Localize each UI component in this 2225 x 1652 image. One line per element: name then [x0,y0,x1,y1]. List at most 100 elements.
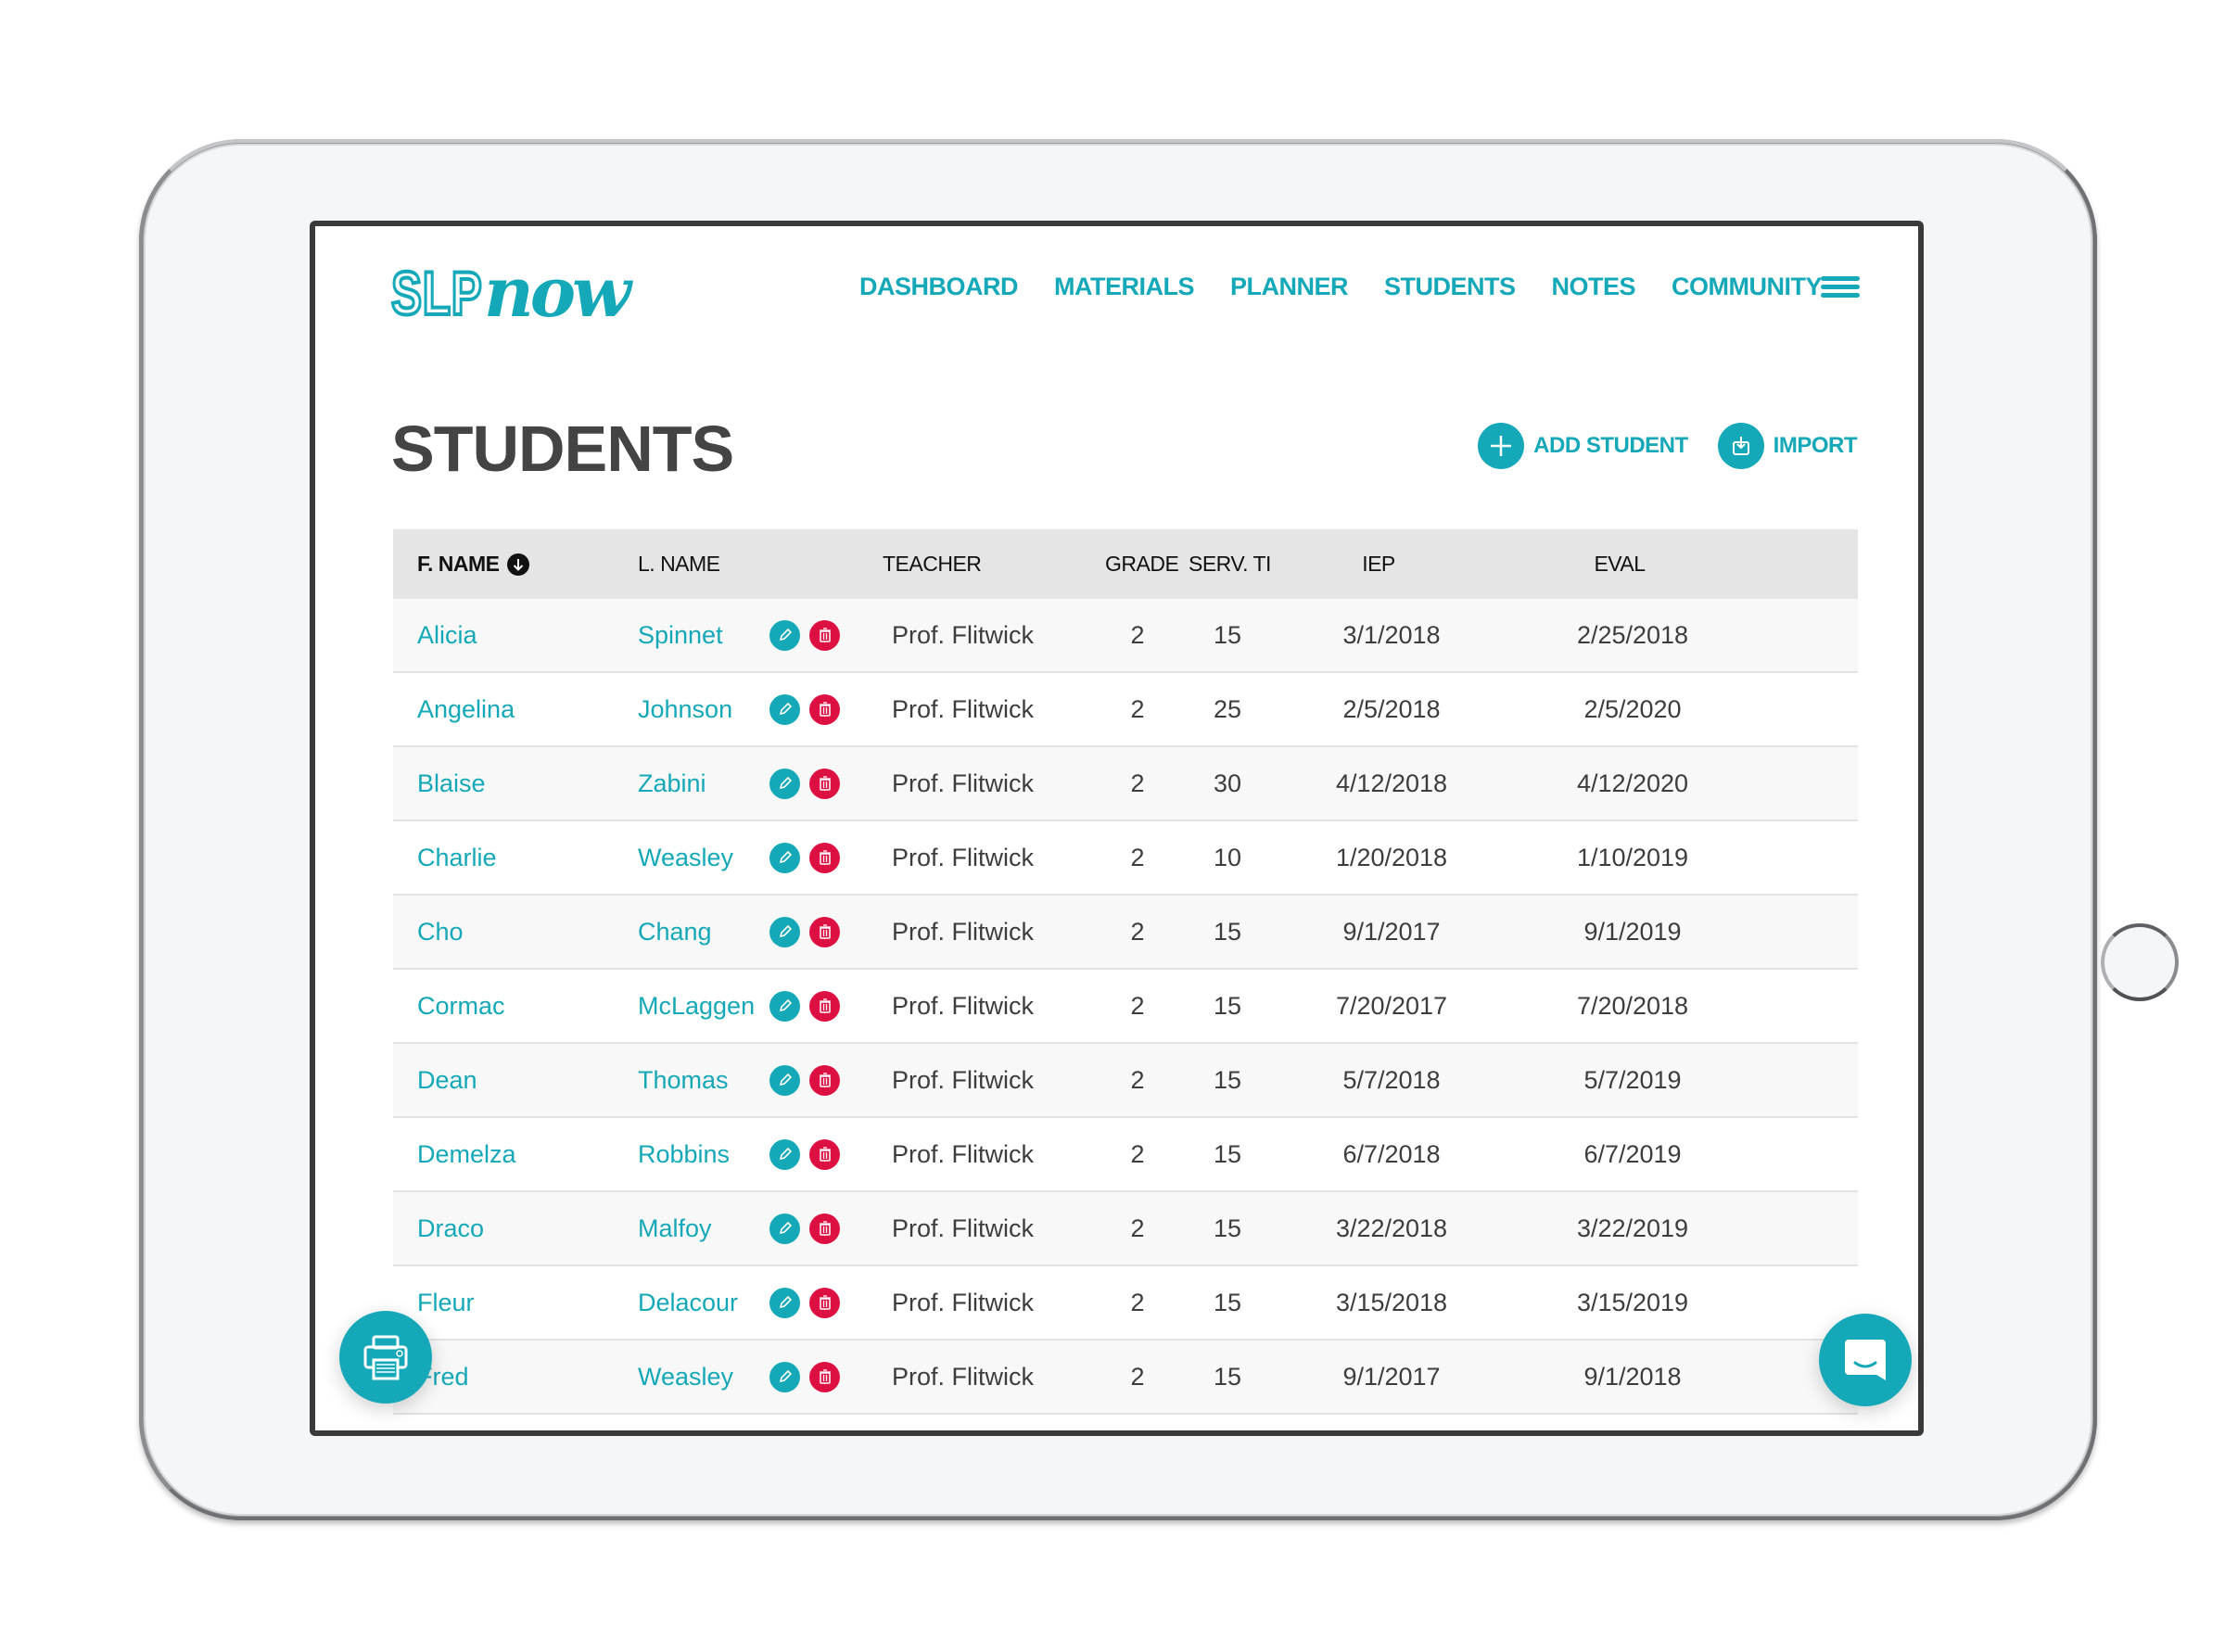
edit-pencil-icon[interactable] [769,990,800,1022]
student-last-name[interactable]: Weasley [638,844,769,872]
table-row: Angelina Johnson Prof. Flitwick 2 25 2/5… [393,673,1858,747]
col-header-lname[interactable]: L. NAME [638,552,883,577]
delete-trash-icon[interactable] [809,1361,840,1392]
slp-now-logo[interactable]: SLP now [389,256,630,330]
home-button[interactable] [2101,923,2179,1001]
student-first-name[interactable]: Dean [393,1066,638,1095]
student-first-name[interactable]: Charlie [393,844,638,872]
student-iep-date: 2/5/2018 [1342,694,1441,723]
delete-trash-icon[interactable] [809,842,840,873]
row-actions [769,1287,892,1318]
edit-pencil-icon[interactable] [769,916,800,947]
student-first-name[interactable]: Cho [393,918,638,947]
student-teacher: Prof. Flitwick [892,769,1035,797]
edit-pencil-icon[interactable] [769,1064,800,1096]
add-student-button[interactable]: ADD STUDENT [1478,423,1688,469]
nav-dashboard[interactable]: DASHBOARD [859,273,1019,301]
delete-trash-icon[interactable] [809,1064,840,1096]
student-first-name[interactable]: Blaise [393,769,638,798]
delete-trash-icon[interactable] [809,1138,840,1170]
page-actions: ADD STUDENT IMPORT [1448,423,1858,469]
edit-pencil-icon[interactable] [769,619,800,651]
nav-community[interactable]: COMMUNITY [1672,273,1822,301]
student-eval-date: 5/7/2019 [1583,1065,1682,1094]
student-first-name[interactable]: Demelza [393,1140,638,1169]
import-button[interactable]: IMPORT [1717,423,1858,469]
student-grade: 2 [1130,991,1145,1020]
student-first-name[interactable]: Cormac [393,992,638,1021]
student-iep-date: 9/1/2017 [1342,1362,1441,1391]
edit-pencil-icon[interactable] [769,1138,800,1170]
student-last-name[interactable]: Spinnet [638,621,769,650]
student-service-time: 15 [1213,991,1242,1020]
student-service-time: 30 [1213,769,1242,797]
table-header: F. NAME L. NAME TEACHER GRADE SERV. TI I… [393,529,1858,599]
table-row: Cho Chang Prof. Flitwick 2 15 9/1/2017 9… [393,896,1858,970]
col-header-eval[interactable]: EVAL [1485,552,1754,577]
logo-now-text: now [484,253,631,333]
student-grade: 2 [1130,1214,1145,1242]
chat-button[interactable] [1819,1314,1912,1406]
nav-students[interactable]: STUDENTS [1384,273,1516,301]
row-actions [769,768,892,799]
student-last-name[interactable]: Chang [638,918,769,947]
student-last-name[interactable]: Robbins [638,1140,769,1169]
delete-trash-icon[interactable] [809,768,840,799]
student-first-name[interactable]: Angelina [393,695,638,724]
logo-slp-text: SLP [389,259,483,327]
col-header-teacher[interactable]: TEACHER [883,552,1105,577]
edit-pencil-icon[interactable] [769,1287,800,1318]
student-service-time: 25 [1213,694,1242,723]
hamburger-menu-icon[interactable] [1821,276,1860,299]
edit-pencil-icon[interactable] [769,768,800,799]
col-header-grade[interactable]: GRADE [1105,552,1179,577]
student-last-name[interactable]: Johnson [638,695,769,724]
edit-pencil-icon[interactable] [769,1361,800,1392]
delete-trash-icon[interactable] [809,916,840,947]
col-header-serv-time[interactable]: SERV. TI [1170,552,1272,577]
col-header-fname[interactable]: F. NAME [393,552,638,577]
row-actions [769,916,892,947]
import-label: IMPORT [1773,433,1858,458]
row-actions [769,619,892,651]
app-screen: SLP now DASHBOARD MATERIALS PLANNER STUD… [310,221,1924,1436]
nav-planner[interactable]: PLANNER [1230,273,1349,301]
student-service-time: 15 [1213,620,1242,649]
student-last-name[interactable]: Thomas [638,1066,769,1095]
student-grade: 2 [1130,1362,1145,1391]
student-iep-date: 7/20/2017 [1335,991,1448,1020]
student-last-name[interactable]: McLaggen [638,992,769,1021]
student-last-name[interactable]: Weasley [638,1363,769,1391]
table-row: Alicia Spinnet Prof. Flitwick 2 15 3/1/2… [393,599,1858,673]
student-grade: 2 [1130,1288,1145,1316]
student-first-name[interactable]: Fleur [393,1289,638,1317]
nav-notes[interactable]: NOTES [1552,273,1636,301]
student-first-name[interactable]: Draco [393,1214,638,1243]
delete-trash-icon[interactable] [809,1213,840,1244]
edit-pencil-icon[interactable] [769,693,800,725]
table-row: Blaise Zabini Prof. Flitwick 2 30 4/12/2… [393,747,1858,821]
sort-down-arrow-icon[interactable] [506,553,529,576]
nav-materials[interactable]: MATERIALS [1054,273,1195,301]
import-icon [1717,423,1764,469]
delete-trash-icon[interactable] [809,990,840,1022]
edit-pencil-icon[interactable] [769,842,800,873]
delete-trash-icon[interactable] [809,693,840,725]
student-first-name[interactable]: Alicia [393,621,638,650]
delete-trash-icon[interactable] [809,1287,840,1318]
col-header-iep[interactable]: IEP [1272,552,1485,577]
student-last-name[interactable]: Delacour [638,1289,769,1317]
main-nav: DASHBOARD MATERIALS PLANNER STUDENTS NOT… [823,273,1823,301]
edit-pencil-icon[interactable] [769,1213,800,1244]
student-last-name[interactable]: Zabini [638,769,769,798]
student-last-name[interactable]: Malfoy [638,1214,769,1243]
delete-trash-icon[interactable] [809,1436,840,1437]
delete-trash-icon[interactable] [809,619,840,651]
print-button[interactable] [339,1311,432,1404]
col-header-fname-label: F. NAME [417,552,500,576]
student-grade: 2 [1130,769,1145,797]
student-grade: 2 [1130,1065,1145,1094]
edit-pencil-icon[interactable] [769,1436,800,1437]
student-service-time: 10 [1213,843,1242,871]
table-row: Demelza Robbins Prof. Flitwick 2 15 6/7/… [393,1118,1858,1192]
